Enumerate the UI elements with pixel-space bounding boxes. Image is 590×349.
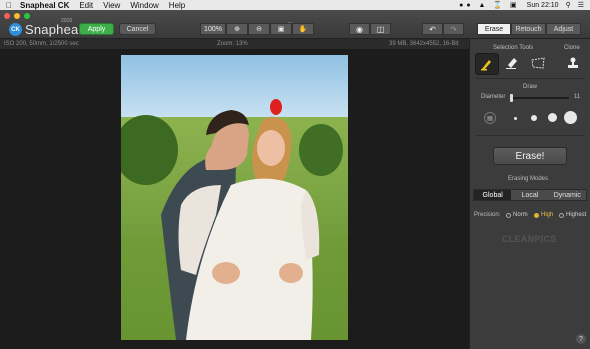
selection-tools-label: Selection Tools: [493, 45, 534, 51]
side-panel: Selection Tools Clone Draw Diameter 11 ▤…: [469, 39, 590, 349]
brush-hardness-icon[interactable]: ▤: [484, 112, 496, 124]
tab-adjust[interactable]: Adjust: [546, 23, 581, 35]
brush-size-m[interactable]: [548, 113, 557, 122]
zoom-out-icon[interactable]: ⊖: [248, 23, 270, 35]
apple-menu-icon[interactable]: : [6, 1, 12, 10]
menu-window[interactable]: Window: [130, 1, 158, 10]
brush-size-l[interactable]: [564, 111, 577, 124]
draw-label: Draw: [523, 84, 538, 90]
menu-help[interactable]: Help: [169, 1, 185, 10]
brush-size-xs[interactable]: [514, 117, 517, 120]
preview-eye-icon[interactable]: ◉: [349, 23, 370, 35]
mode-global[interactable]: Global: [474, 190, 512, 200]
tab-retouch[interactable]: Retouch: [511, 23, 546, 35]
brush-tool-icon[interactable]: [475, 53, 499, 75]
diameter-value: 11: [574, 94, 581, 100]
window-controls: [4, 13, 30, 19]
search-icon[interactable]: ⚲: [566, 1, 571, 9]
precision-highest[interactable]: Highest: [559, 212, 586, 218]
hand-tool-icon[interactable]: ✋: [292, 23, 314, 35]
tab-erase[interactable]: Erase: [477, 23, 511, 35]
red-spot-marker: [270, 99, 282, 115]
compare-icon[interactable]: ◫: [370, 23, 391, 35]
zoom-controls: 100% ⊕ ⊖ ▣ ✋: [200, 23, 314, 35]
history-controls: ↶ ↷: [422, 23, 464, 35]
logo-badge: CK: [9, 23, 22, 36]
redo-icon[interactable]: ↷: [443, 23, 464, 35]
status-icons[interactable]: ●● ▲ ⌛ ▣: [459, 1, 520, 9]
menu-bar:  Snapheal CK Edit View Window Help ●● ▲…: [0, 0, 590, 10]
eraser-tool-icon[interactable]: [501, 53, 523, 73]
divider: [476, 135, 585, 136]
app-logo: CK Snapheal 2016: [9, 18, 82, 37]
precision-norm[interactable]: Norm: [506, 212, 528, 218]
brush-size-s[interactable]: [531, 115, 537, 121]
logo-version: 2016: [61, 18, 73, 24]
erase-button[interactable]: Erase!: [493, 147, 567, 165]
watermark: CLEANPICS: [502, 234, 557, 244]
clone-stamp-icon[interactable]: [562, 53, 584, 73]
diameter-slider[interactable]: [511, 97, 569, 99]
menu-app-name[interactable]: Snapheal CK: [20, 1, 69, 10]
erasing-modes-label: Erasing Modes: [508, 176, 549, 182]
photo-couple[interactable]: [121, 55, 348, 340]
divider: [476, 78, 585, 79]
list-icon[interactable]: ☰: [578, 1, 584, 9]
diameter-label: Diameter: [481, 94, 506, 100]
logo-name: Snapheal: [25, 22, 82, 37]
zoom-info: Zoom: 13%: [217, 41, 248, 47]
precision-highest-label: Highest: [566, 212, 587, 218]
help-button[interactable]: ?: [576, 334, 586, 344]
mode-local[interactable]: Local: [511, 190, 549, 200]
mode-dynamic[interactable]: Dynamic: [548, 190, 586, 200]
menu-edit[interactable]: Edit: [79, 1, 93, 10]
precision-label: Precision:: [474, 212, 501, 218]
mode-tabs: Erase Retouch Adjust: [477, 23, 581, 35]
clone-label: Clone: [564, 45, 580, 51]
zoom-in-icon[interactable]: ⊕: [226, 23, 248, 35]
minimize-window-button[interactable]: [14, 13, 20, 19]
zoom-window-button[interactable]: [24, 13, 30, 19]
precision-high-label: High: [541, 212, 554, 218]
precision-high[interactable]: High: [534, 212, 553, 218]
erasing-modes-segment: Global Local Dynamic: [473, 189, 587, 201]
file-info: 39 MB, 3642x4552, 16-Bit: [389, 41, 459, 47]
menu-clock[interactable]: Sun 22:10: [527, 2, 559, 9]
fit-screen-icon[interactable]: ▣: [270, 23, 292, 35]
exif-info: ISO 200, 50mm, 1/2500 sec: [4, 41, 79, 47]
precision-norm-label: Norm: [513, 212, 528, 218]
view-controls: ◉ ◫: [349, 23, 391, 35]
lasso-tool-icon[interactable]: [527, 53, 549, 73]
zoom-level[interactable]: 100%: [200, 23, 226, 35]
close-window-button[interactable]: [4, 13, 10, 19]
cancel-button[interactable]: Cancel: [119, 23, 156, 35]
diameter-slider-handle[interactable]: [510, 94, 513, 102]
apply-button[interactable]: Apply: [79, 23, 114, 35]
undo-icon[interactable]: ↶: [422, 23, 443, 35]
info-bar: ISO 200, 50mm, 1/2500 sec Zoom: 13% 39 M…: [0, 39, 469, 49]
menu-view[interactable]: View: [103, 1, 120, 10]
